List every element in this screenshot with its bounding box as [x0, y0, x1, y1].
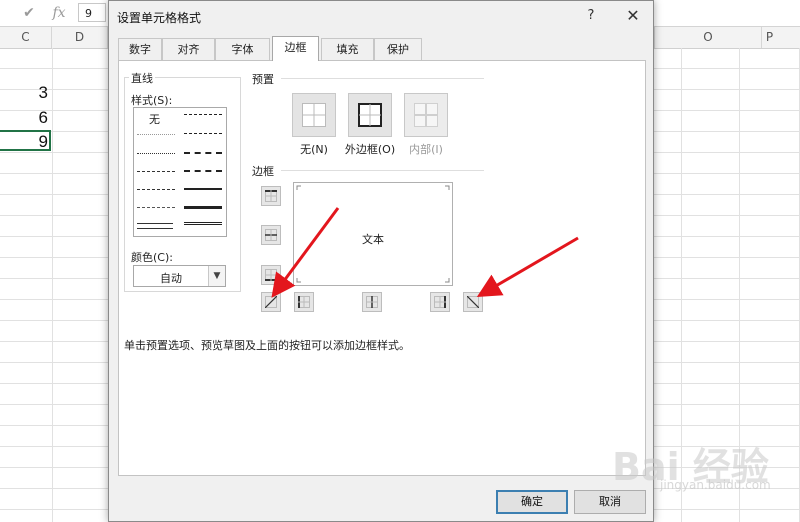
arrow-to-diagonal-up — [271, 207, 340, 298]
watermark-url: jingyan.baidu.com — [660, 478, 771, 492]
tab-border[interactable]: 边框 — [272, 36, 319, 61]
arrow-to-diagonal-down — [476, 236, 579, 298]
